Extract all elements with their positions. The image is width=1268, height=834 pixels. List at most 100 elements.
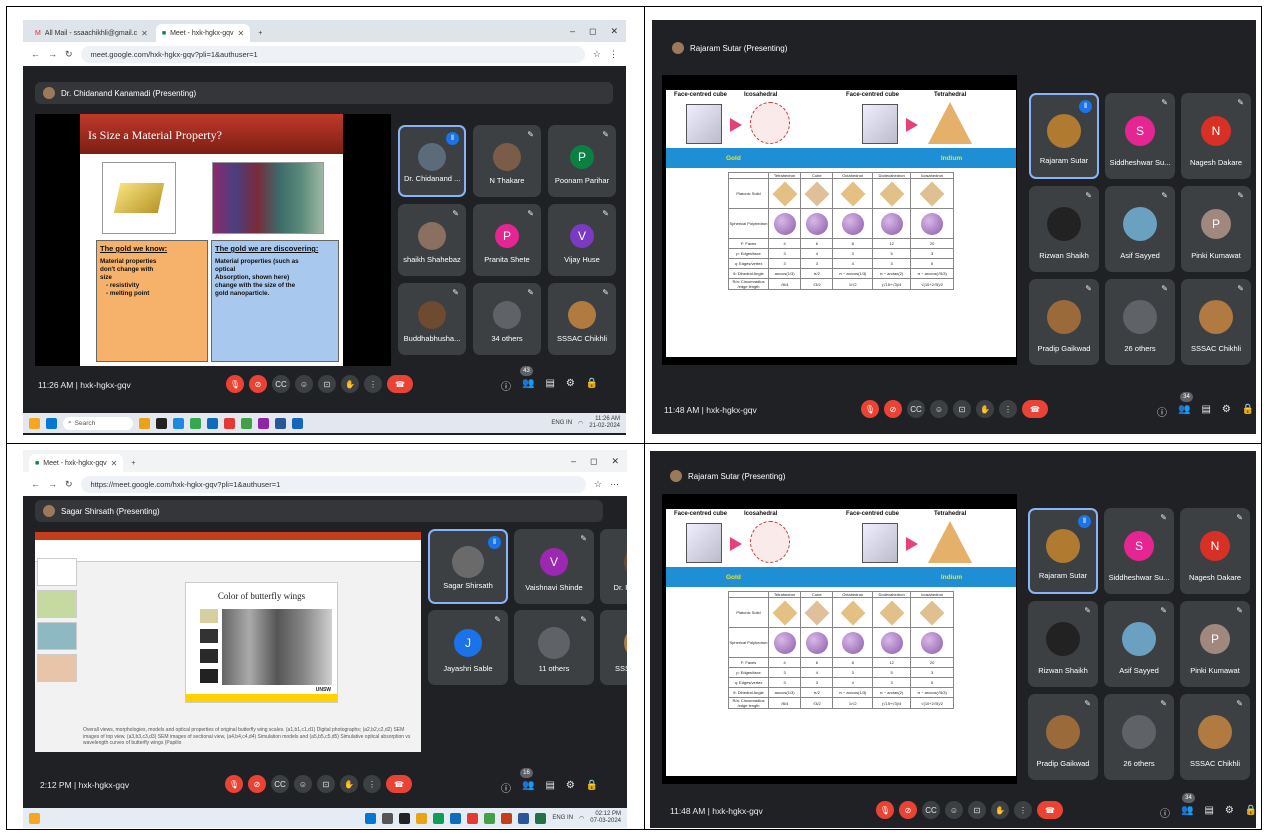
present-icon[interactable]: ⊡ <box>953 400 971 418</box>
participant-tile[interactable]: V Vaishnavi Shinde ✎ <box>514 529 594 604</box>
participant-tile[interactable]: P Pinki Kumawat ✎ <box>1180 601 1250 687</box>
people-icon[interactable]: 👥 <box>522 378 534 393</box>
present-icon[interactable]: ⊡ <box>968 801 986 819</box>
participant-tile[interactable]: SSSAC Chikhli✎ <box>1181 279 1251 365</box>
participant-tile[interactable]: J Jayashri Sable ✎ <box>428 610 508 685</box>
raise-hand-icon[interactable]: ✋ <box>976 400 994 418</box>
slide-thumbnail[interactable] <box>37 590 77 618</box>
app-icon[interactable] <box>224 417 235 429</box>
participant-tile[interactable]: Asif Sayyed ✎ <box>1104 601 1174 687</box>
participant-tile[interactable]: P Pranita Shete ✎ <box>473 204 541 276</box>
participant-tile[interactable]: 34 others ✎ <box>473 283 541 355</box>
participant-tile[interactable]: N Thakare ✎ <box>473 125 541 197</box>
people-icon[interactable]: 👥 <box>1181 805 1193 820</box>
raise-hand-icon[interactable]: ✋ <box>991 801 1009 819</box>
close-icon[interactable]: ✕ <box>238 29 245 38</box>
wifi-icon[interactable]: ◠ <box>578 420 583 427</box>
participant-tile[interactable]: Sagar Shirsath ⦀ <box>428 529 508 604</box>
app-icon[interactable] <box>501 812 513 824</box>
activities-icon[interactable]: ⚙ <box>1225 805 1234 820</box>
camera-off-icon[interactable]: ⊘ <box>249 375 267 393</box>
restore-icon[interactable]: ◻ <box>589 26 596 37</box>
activities-icon[interactable]: ⚙ <box>1222 404 1231 419</box>
wifi-icon[interactable]: ◠ <box>579 815 584 822</box>
app-icon[interactable] <box>258 417 269 429</box>
star-icon[interactable]: ☆ <box>594 479 602 490</box>
emoji-icon[interactable]: ☺ <box>945 801 963 819</box>
new-tab-button[interactable]: + <box>252 24 268 42</box>
participant-tile[interactable]: P Pinki Kumawat ✎ <box>1181 186 1251 272</box>
more-options-icon[interactable]: ⋮ <box>364 375 382 393</box>
end-call-button[interactable]: ☎ <box>386 775 412 793</box>
end-call-button[interactable]: ☎ <box>387 375 413 393</box>
chat-icon[interactable]: ▤ <box>1204 805 1213 820</box>
widgets-icon[interactable] <box>29 417 40 429</box>
activities-icon[interactable]: ⚙ <box>566 378 575 393</box>
close-icon[interactable]: ✕ <box>111 459 118 468</box>
back-icon[interactable]: ← <box>31 479 40 489</box>
participant-tile[interactable]: N Nagesh Dakare ✎ <box>1180 508 1250 594</box>
back-icon[interactable]: ← <box>31 49 40 59</box>
participant-tile[interactable]: P Poonam Parihar ✎ <box>548 125 616 197</box>
new-tab-button[interactable]: + <box>125 454 141 472</box>
captions-icon[interactable]: CC <box>922 801 940 819</box>
participant-tile[interactable]: 11 others ✎ <box>514 610 594 685</box>
end-call-button[interactable]: ☎ <box>1022 400 1048 418</box>
menu-icon[interactable]: ⋮ <box>609 49 618 60</box>
start-icon[interactable] <box>365 812 377 824</box>
participant-tile[interactable]: V Vijay Huse ✎ <box>548 204 616 276</box>
participant-tile[interactable]: Dr. Chidanand ... ⦀ <box>398 125 466 197</box>
participant-tile[interactable]: shaikh Shahebaz ✎ <box>398 204 466 276</box>
emoji-icon[interactable]: ☺ <box>930 400 948 418</box>
reload-icon[interactable]: ↻ <box>65 479 73 490</box>
star-icon[interactable]: ☆ <box>593 49 601 60</box>
close-window-icon[interactable]: ✕ <box>610 26 618 37</box>
camera-off-icon[interactable]: ⊘ <box>884 400 902 418</box>
language-indicator[interactable]: ENG IN <box>551 420 572 426</box>
widgets-icon[interactable] <box>29 812 40 824</box>
participant-tile[interactable]: SSSAC Chikhli✎ <box>600 610 627 685</box>
more-options-icon[interactable]: ⋮ <box>1014 801 1032 819</box>
captions-icon[interactable]: CC <box>271 775 289 793</box>
menu-icon[interactable]: ⋯ <box>610 479 619 490</box>
people-icon[interactable]: 👥 <box>522 780 534 795</box>
app-icon[interactable] <box>518 812 530 824</box>
tab-gmail[interactable]: M All Mail - ssaachikhli@gmail.c ✕ <box>29 24 154 42</box>
captions-icon[interactable]: CC <box>272 375 290 393</box>
participant-tile[interactable]: S Siddheshwar Su... ✎ <box>1104 508 1174 594</box>
present-icon[interactable]: ⊡ <box>318 375 336 393</box>
app-icon[interactable] <box>535 812 547 824</box>
camera-off-icon[interactable]: ⊘ <box>899 801 917 819</box>
people-icon[interactable]: 👥 <box>1178 404 1190 419</box>
forward-icon[interactable]: → <box>48 479 57 489</box>
mic-off-icon[interactable]: 🎙 <box>225 775 243 793</box>
start-icon[interactable] <box>46 417 57 429</box>
address-bar[interactable]: https://meet.google.com/hxk-hgkx-gqv?pli… <box>80 475 586 493</box>
participant-tile[interactable]: Rajaram Sutar ⦀ <box>1028 508 1098 594</box>
mic-off-icon[interactable]: 🎙 <box>861 400 879 418</box>
restore-icon[interactable]: ◻ <box>590 456 597 467</box>
close-window-icon[interactable]: ✕ <box>611 456 619 467</box>
mic-off-icon[interactable]: 🎙 <box>876 801 894 819</box>
activities-icon[interactable]: ⚙ <box>566 780 575 795</box>
chrome-icon[interactable] <box>190 417 201 429</box>
slide-thumbnail[interactable] <box>37 622 77 650</box>
info-icon[interactable]: ⓘ <box>501 378 511 393</box>
app-icon[interactable] <box>173 417 184 429</box>
participant-tile[interactable]: Rizwan Shaikh ✎ <box>1028 601 1098 687</box>
close-icon[interactable]: ✕ <box>141 29 148 38</box>
address-bar[interactable]: meet.google.com/hxk-hgkx-gqv?pli=1&authu… <box>80 45 585 63</box>
camera-off-icon[interactable]: ⊘ <box>248 775 266 793</box>
participant-tile[interactable]: Asif Sayyed ✎ <box>1105 186 1175 272</box>
reload-icon[interactable]: ↻ <box>65 49 73 60</box>
lock-icon[interactable]: 🔒 <box>586 378 598 393</box>
app-icon[interactable] <box>416 812 428 824</box>
participant-tile[interactable]: Pradip Gaikwad ✎ <box>1029 279 1099 365</box>
chat-icon[interactable]: ▤ <box>545 780 554 795</box>
participant-tile[interactable]: 26 others ✎ <box>1104 694 1174 780</box>
app-icon[interactable] <box>450 812 462 824</box>
edge-icon[interactable] <box>433 812 445 824</box>
app-icon[interactable] <box>241 417 252 429</box>
app-icon[interactable] <box>467 812 479 824</box>
app-icon[interactable] <box>484 812 496 824</box>
